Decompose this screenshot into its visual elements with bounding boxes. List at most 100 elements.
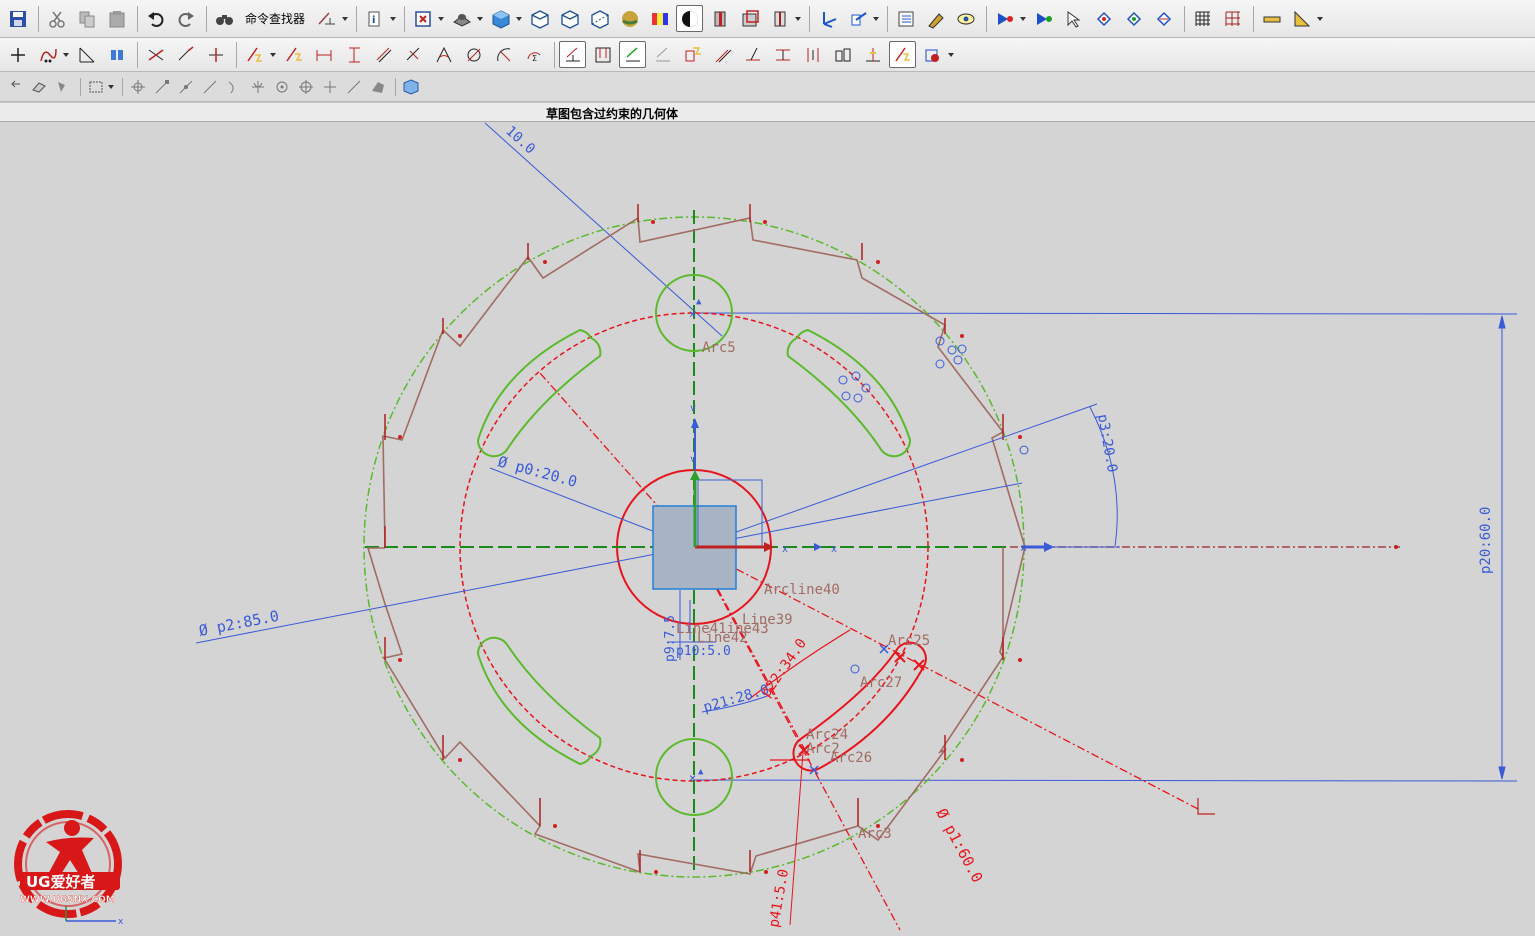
quick-trim-icon[interactable] (142, 41, 169, 68)
dim-p22-label[interactable]: p22:34.0 (758, 636, 810, 700)
rect-select-icon[interactable] (85, 76, 106, 97)
animate-dim-icon[interactable] (889, 41, 916, 68)
select-feature-icon[interactable] (1030, 5, 1057, 32)
clip-icon[interactable] (736, 5, 763, 32)
snap-tangent-icon[interactable] (223, 76, 244, 97)
snap-midpoint-icon[interactable] (175, 76, 196, 97)
reattach-sketch-icon[interactable] (919, 41, 946, 68)
snap-control-icon[interactable] (199, 76, 220, 97)
show-all-constraints-icon[interactable] (559, 41, 586, 68)
snap-end-icon[interactable] (1090, 5, 1117, 32)
info-icon[interactable]: i (361, 5, 388, 32)
section-icon[interactable] (706, 5, 733, 32)
snap-point-on-curve-icon[interactable] (319, 76, 340, 97)
sketch-tools-toolbar: Σ (0, 38, 1535, 72)
selection-filter-icon[interactable] (991, 5, 1018, 32)
snap-endpoint-icon[interactable] (151, 76, 172, 97)
pattern-curve-icon[interactable] (103, 41, 130, 68)
sketch-constraint-icon[interactable] (313, 5, 340, 32)
create-inferred-icon[interactable] (739, 41, 766, 68)
parallel-dim-icon[interactable] (370, 41, 397, 68)
graphics-window[interactable]: p20:60.0 10.0 Ø p0:20.0 Ø p2:85.0 p3:20.… (0, 122, 1535, 932)
grid-snap-icon[interactable] (1219, 5, 1246, 32)
snap-existing-icon[interactable] (127, 76, 148, 97)
svg-text:▲: ▲ (696, 297, 702, 307)
sketch-relations-icon[interactable] (829, 41, 856, 68)
paste-icon[interactable] (103, 5, 130, 32)
dim-p0-label[interactable]: Ø p0:20.0 (496, 452, 579, 490)
wireframe-cube-icon[interactable] (526, 5, 553, 32)
studio-spline-icon[interactable] (34, 41, 61, 68)
save-icon[interactable] (4, 5, 31, 32)
grid-icon[interactable] (1189, 5, 1216, 32)
label-arc3: Arc3 (858, 826, 892, 842)
svg-text:×: × (689, 307, 696, 321)
dim-type-icon[interactable] (859, 41, 886, 68)
constraint-icon[interactable] (241, 41, 268, 68)
angular-dim-icon[interactable] (430, 41, 457, 68)
snap-bounded-icon[interactable] (367, 76, 388, 97)
back-icon[interactable] (4, 76, 25, 97)
snap-center-icon[interactable] (1150, 5, 1177, 32)
dim-p20-label[interactable]: p20:60.0 (1478, 507, 1494, 574)
svg-text:v: v (690, 454, 696, 465)
snap-intersection-icon[interactable] (247, 76, 268, 97)
layer-view-icon[interactable] (766, 5, 793, 32)
edit-object-display-icon[interactable] (922, 5, 949, 32)
make-corner-icon[interactable] (202, 41, 229, 68)
infer-constraints-icon[interactable] (709, 41, 736, 68)
measure-angle-icon[interactable] (1288, 5, 1315, 32)
measure-distance-icon[interactable] (1258, 5, 1285, 32)
wcs-dynamic-icon[interactable] (814, 5, 841, 32)
command-finder-button[interactable]: 命令查找器 (241, 5, 309, 32)
view-orient-icon[interactable] (676, 5, 704, 32)
copy-icon[interactable] (73, 5, 100, 32)
redo-icon[interactable] (172, 5, 199, 32)
snap-mid-icon[interactable] (1120, 5, 1147, 32)
snap-on-surface-icon[interactable] (343, 76, 364, 97)
dim-p1-label[interactable]: Ø p1:60.0 (932, 805, 986, 885)
fit-view-icon[interactable] (409, 5, 436, 32)
cut-icon[interactable] (43, 5, 70, 32)
wireframe-dim-icon[interactable] (586, 5, 613, 32)
eraser-icon[interactable] (28, 76, 49, 97)
radius-dim-icon[interactable] (490, 41, 517, 68)
alternate-solution-icon[interactable] (679, 41, 706, 68)
binoculars-icon[interactable] (211, 5, 238, 32)
wcs-orient-icon[interactable] (844, 5, 871, 32)
rotate-view-icon[interactable] (448, 5, 475, 32)
vertical-dim-icon[interactable] (340, 41, 367, 68)
auto-dimension-icon[interactable] (769, 41, 796, 68)
auto-constrain-icon[interactable] (280, 41, 307, 68)
wireframe-hidden-icon[interactable] (556, 5, 583, 32)
perpendicular-dim-icon[interactable] (400, 41, 427, 68)
perimeter-dim-icon[interactable]: Σ (520, 41, 547, 68)
show-hide-icon[interactable] (952, 5, 979, 32)
show-constraints-icon[interactable] (619, 41, 646, 68)
dim-p41-label[interactable]: p41:5.0 (766, 868, 792, 929)
snap-quadrant-icon[interactable] (295, 76, 316, 97)
dim-top-label[interactable]: 10.0 (502, 123, 538, 157)
snap-point-icon[interactable] (52, 76, 73, 97)
dim-small-b[interactable]: p10:5.0 (676, 644, 731, 659)
undo-icon[interactable] (142, 5, 169, 32)
continuous-dim-icon[interactable] (799, 41, 826, 68)
diameter-dim-icon[interactable] (460, 41, 487, 68)
shaded-cube-icon[interactable] (487, 5, 514, 32)
sphere-icon[interactable] (616, 5, 643, 32)
snap-cube-icon[interactable] (400, 76, 421, 97)
offset-curve-icon[interactable] (73, 41, 100, 68)
snap-arc-center-icon[interactable] (271, 76, 292, 97)
convert-reference-icon[interactable] (649, 41, 676, 68)
point-icon[interactable] (4, 41, 31, 68)
select-arrow-icon[interactable] (1060, 5, 1087, 32)
dim-p3-label[interactable]: p3:20.0 (1094, 413, 1120, 474)
studio-icon[interactable] (646, 5, 673, 32)
svg-text:×: × (689, 771, 696, 785)
layer-settings-icon[interactable] (892, 5, 919, 32)
construction-rays (539, 372, 1201, 931)
svg-text:Σ: Σ (532, 54, 537, 63)
horizontal-dim-icon[interactable] (310, 41, 337, 68)
quick-extend-icon[interactable] (172, 41, 199, 68)
show-no-constraints-icon[interactable] (589, 41, 616, 68)
